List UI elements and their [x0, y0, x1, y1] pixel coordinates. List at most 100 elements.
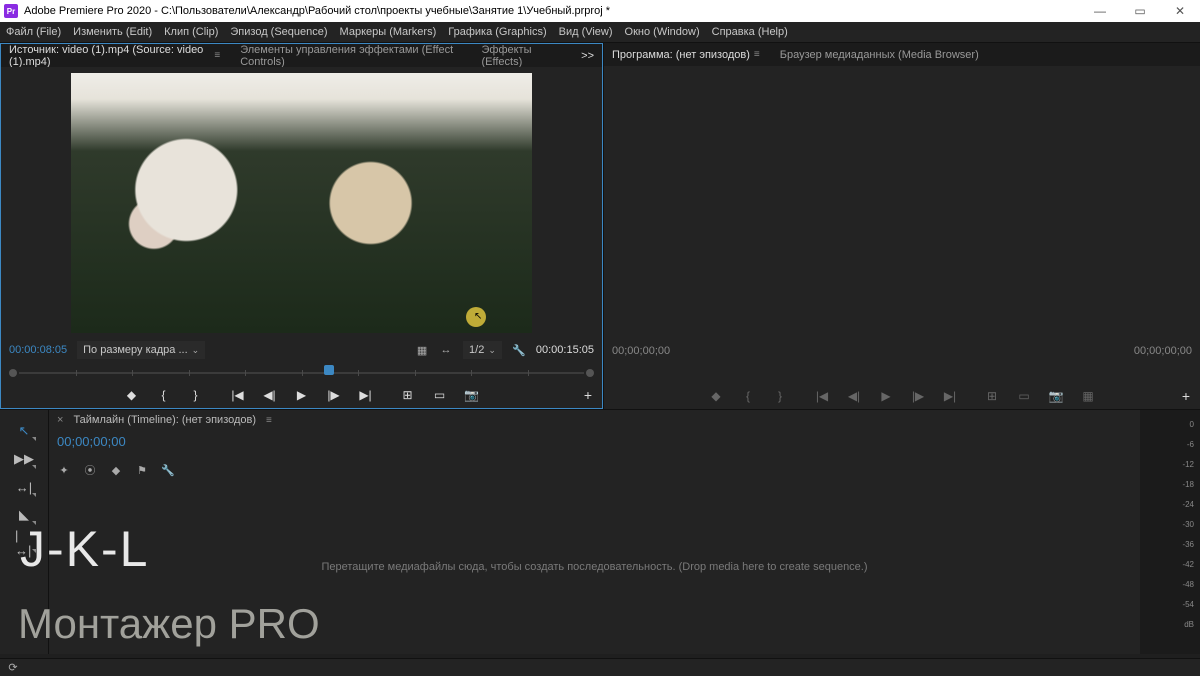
timeline-panel: × Таймлайн (Timeline): (нет эпизодов) ≡ …: [48, 410, 1140, 654]
selection-tool[interactable]: ↖: [15, 422, 33, 440]
tabs-overflow[interactable]: >>: [581, 50, 594, 62]
insert-button[interactable]: ⊞: [399, 386, 417, 404]
scrub-end-handle[interactable]: [586, 369, 594, 377]
minimize-button[interactable]: —: [1080, 0, 1120, 22]
source-scrub-bar[interactable]: [19, 362, 584, 382]
resolution-dropdown[interactable]: 1/2 ⌄: [463, 341, 502, 359]
track-select-tool[interactable]: ▶▶: [15, 450, 33, 468]
scrub-playhead[interactable]: [324, 365, 334, 375]
source-transport: ◆ { } |◀ ◀| ▶ |▶ ▶| ⊞ ▭ 📷 +: [1, 382, 602, 408]
meter-tick: -18: [1182, 480, 1194, 492]
tab-mediabrowser[interactable]: Браузер медиаданных (Media Browser): [780, 49, 979, 61]
refresh-icon[interactable]: ⟳: [6, 661, 20, 675]
settings-icon[interactable]: ▦: [415, 343, 429, 357]
step-back-button[interactable]: ◀|: [261, 386, 279, 404]
panel-menu-icon[interactable]: ≡: [266, 415, 272, 426]
menu-clip[interactable]: Клип (Clip): [164, 26, 218, 38]
step-fwd-button[interactable]: |▶: [325, 386, 343, 404]
wrench-icon[interactable]: 🔧: [161, 463, 175, 477]
tab-source[interactable]: Источник: video (1).mp4 (Source: video (…: [9, 44, 220, 68]
source-timecode-out: 00:00:15:05: [536, 344, 594, 356]
wrench-icon[interactable]: 🔧: [512, 343, 526, 357]
close-button[interactable]: ✕: [1160, 0, 1200, 22]
overwrite-button[interactable]: ▭: [431, 386, 449, 404]
meter-tick: -48: [1182, 580, 1194, 592]
source-preview: ↖: [1, 67, 602, 338]
timeline-drop-area[interactable]: Перетащите медиафайлы сюда, чтобы создат…: [49, 480, 1140, 654]
mark-in-button[interactable]: {: [155, 386, 173, 404]
program-panel: Программа: (нет эпизодов) ≡ Браузер меди…: [603, 43, 1200, 409]
meter-tick: -24: [1182, 500, 1194, 512]
resolution-label: 1/2: [469, 344, 484, 356]
go-to-in-button[interactable]: |◀: [229, 386, 247, 404]
menu-sequence[interactable]: Эпизод (Sequence): [230, 26, 327, 38]
meter-unit: dB: [1184, 620, 1194, 632]
tab-effects[interactable]: Эффекты (Effects): [482, 44, 562, 68]
markers-icon: ◆: [109, 463, 123, 477]
step-back-button: ◀|: [845, 387, 863, 405]
mark-out-button: }: [771, 387, 789, 405]
program-tabs: Программа: (нет эпизодов) ≡ Браузер меди…: [604, 43, 1200, 66]
go-to-out-button[interactable]: ▶|: [357, 386, 375, 404]
menubar: Файл (File) Изменить (Edit) Клип (Clip) …: [0, 22, 1200, 43]
go-to-in-button: |◀: [813, 387, 831, 405]
audio-meter: 0 -6 -12 -18 -24 -30 -36 -42 -48 -54 dB: [1140, 410, 1200, 654]
slip-tool[interactable]: |↔|: [15, 534, 33, 552]
meter-tick: -6: [1187, 440, 1194, 452]
step-fwd-button: |▶: [909, 387, 927, 405]
timeline-drop-message: Перетащите медиафайлы сюда, чтобы создат…: [321, 561, 867, 573]
program-timecode-out: 00;00;00;00: [1134, 345, 1192, 357]
linked-selection-icon: ⦿: [83, 463, 97, 477]
program-timecode-in[interactable]: 00;00;00;00: [612, 345, 670, 357]
export-frame-button[interactable]: 📷: [463, 386, 481, 404]
ripple-edit-tool[interactable]: ↔|: [15, 478, 33, 496]
tab-program[interactable]: Программа: (нет эпизодов) ≡: [612, 49, 760, 61]
add-marker-button[interactable]: ◆: [123, 386, 141, 404]
meter-tick: 0: [1190, 420, 1194, 432]
menu-graphics[interactable]: Графика (Graphics): [448, 26, 546, 38]
meter-tick: -30: [1182, 520, 1194, 532]
menu-file[interactable]: Файл (File): [6, 26, 61, 38]
mark-out-button[interactable]: }: [187, 386, 205, 404]
statusbar: ⟳: [0, 658, 1200, 676]
button-editor[interactable]: +: [584, 387, 592, 403]
insert-frame-icon[interactable]: ↔: [439, 343, 453, 357]
tab-effect-controls[interactable]: Элементы управления эффектами (Effect Co…: [240, 44, 461, 68]
extract-button: ▭: [1015, 387, 1033, 405]
tab-source-label: Источник: video (1).mp4 (Source: video (…: [9, 44, 210, 68]
timeline-toggles: ✦ ⦿ ◆ ⚑ 🔧: [57, 463, 175, 477]
comparison-view-button: ▦: [1079, 387, 1097, 405]
go-to-out-button: ▶|: [941, 387, 959, 405]
lift-button: ⊞: [983, 387, 1001, 405]
menu-window[interactable]: Окно (Window): [625, 26, 700, 38]
razor-tool[interactable]: ◣: [15, 506, 33, 524]
program-transport: ◆ { } |◀ ◀| ▶ |▶ ▶| ⊞ ▭ 📷 ▦ +: [604, 383, 1200, 409]
snap-icon: ✦: [57, 463, 71, 477]
play-button[interactable]: ▶: [293, 386, 311, 404]
play-button: ▶: [877, 387, 895, 405]
maximize-button[interactable]: ▭: [1120, 0, 1160, 22]
add-marker-button: ◆: [707, 387, 725, 405]
source-panel: Источник: video (1).mp4 (Source: video (…: [0, 43, 603, 409]
menu-edit[interactable]: Изменить (Edit): [73, 26, 152, 38]
meter-tick: -42: [1182, 560, 1194, 572]
meter-tick: -12: [1182, 460, 1194, 472]
button-editor[interactable]: +: [1182, 388, 1190, 404]
menu-help[interactable]: Справка (Help): [712, 26, 788, 38]
export-frame-button: 📷: [1047, 387, 1065, 405]
source-info-row: 00:00:08:05 По размеру кадра ... ⌄ ▦ ↔ 1…: [1, 338, 602, 362]
zoom-dropdown[interactable]: По размеру кадра ... ⌄: [77, 341, 205, 359]
settings-icon: ⚑: [135, 463, 149, 477]
menu-view[interactable]: Вид (View): [559, 26, 613, 38]
close-tab-icon[interactable]: ×: [57, 414, 63, 426]
chevron-down-icon: ⌄: [488, 345, 496, 356]
source-preview-image[interactable]: ↖: [71, 73, 532, 333]
source-timecode-in[interactable]: 00:00:08:05: [9, 344, 67, 356]
scrub-start-handle[interactable]: [9, 369, 17, 377]
timeline-timecode[interactable]: 00;00;00;00: [57, 434, 126, 449]
panel-menu-icon[interactable]: ≡: [214, 50, 220, 61]
panel-menu-icon[interactable]: ≡: [754, 49, 760, 60]
tab-timeline[interactable]: Таймлайн (Timeline): (нет эпизодов): [73, 414, 256, 426]
menu-markers[interactable]: Маркеры (Markers): [340, 26, 437, 38]
timeline-tabs: × Таймлайн (Timeline): (нет эпизодов) ≡: [49, 410, 1140, 430]
